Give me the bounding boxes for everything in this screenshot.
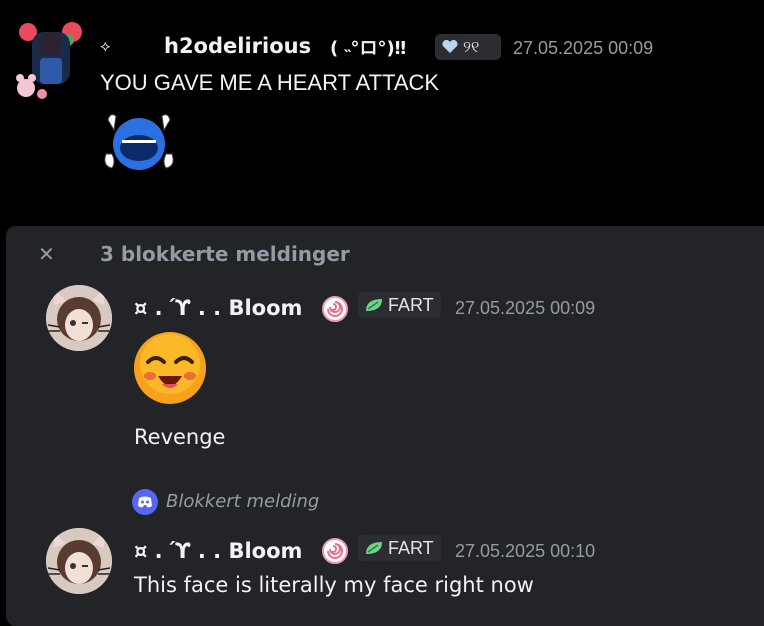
role-tag-fart[interactable]: FART bbox=[358, 535, 441, 561]
message-text: This face is literally my face right now bbox=[134, 573, 534, 597]
timestamp[interactable]: 27.05.2025 00:09 bbox=[513, 38, 653, 59]
blocked-messages-panel bbox=[6, 226, 764, 626]
hot-face-emoji[interactable] bbox=[132, 330, 208, 406]
avatar-image bbox=[46, 285, 112, 351]
discord-logo-icon bbox=[132, 489, 158, 515]
leaf-icon bbox=[366, 542, 382, 554]
naruto-swirl-icon bbox=[322, 296, 348, 322]
blocked-messages-header[interactable]: 3 blokkerte meldinger bbox=[100, 242, 350, 266]
message-text: YOU GAVE ME A HEART ATTACK bbox=[100, 70, 440, 95]
username-bloom[interactable]: ¤ . ϓ . . Bloom bbox=[134, 296, 302, 320]
role-tag-label: FART bbox=[388, 294, 434, 315]
timestamp[interactable]: 27.05.2025 00:10 bbox=[455, 541, 595, 562]
crying-blue-face-emoji[interactable] bbox=[102, 110, 176, 174]
username-decoration: ( ˵°ロ°)‼ bbox=[330, 38, 406, 59]
role-tag-label: ୨୧ bbox=[463, 37, 480, 56]
avatar-image bbox=[46, 528, 112, 594]
role-tag-label: FART bbox=[388, 537, 434, 558]
role-tag-fart[interactable]: FART bbox=[358, 292, 441, 318]
avatar-bloom[interactable] bbox=[46, 285, 112, 351]
naruto-swirl-icon bbox=[322, 538, 348, 564]
avatar-bloom[interactable] bbox=[46, 528, 112, 594]
collapse-close-icon[interactable]: ✕ bbox=[38, 242, 55, 266]
blocked-message-label[interactable]: Blokkert melding bbox=[166, 491, 319, 512]
prefix-sparkle-icon: ⟡ bbox=[100, 36, 111, 55]
message-text: Revenge bbox=[134, 425, 226, 449]
role-tag[interactable]: ୨୧ bbox=[435, 34, 501, 60]
username-h2odelirious[interactable]: h2odelirious bbox=[164, 34, 311, 58]
avatar-image bbox=[16, 22, 82, 99]
leaf-icon bbox=[366, 299, 382, 311]
avatar-h2odelirious[interactable] bbox=[6, 18, 88, 100]
timestamp[interactable]: 27.05.2025 00:09 bbox=[455, 298, 595, 319]
heart-icon bbox=[442, 40, 458, 53]
username-bloom[interactable]: ¤ . ϓ . . Bloom bbox=[134, 539, 302, 563]
